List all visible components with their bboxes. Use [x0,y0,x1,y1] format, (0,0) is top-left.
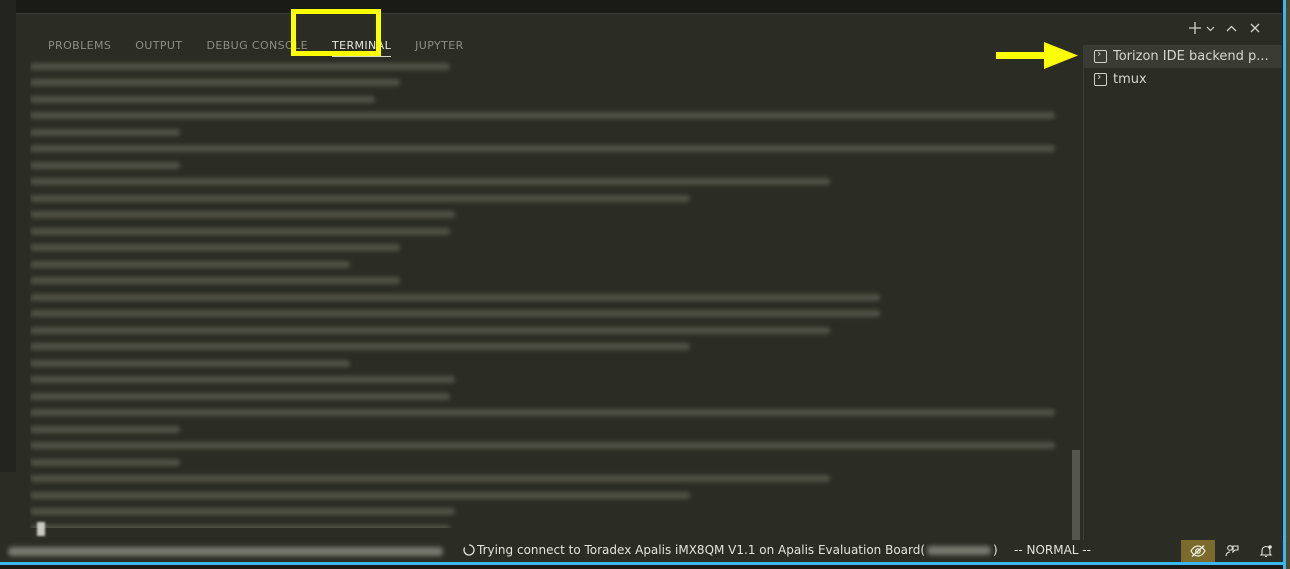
terminal-line [30,240,1070,257]
terminal-line [30,372,1070,389]
plus-icon[interactable] [1187,20,1203,36]
terminal-line [30,438,1070,455]
chevron-up-icon[interactable] [1223,20,1239,36]
terminal-line [30,388,1070,405]
terminal-cursor [37,522,45,536]
terminal-line [30,487,1070,504]
terminal-line [30,174,1070,191]
terminal-line [30,289,1070,306]
terminal-line [30,108,1070,125]
status-branch-info[interactable] [8,547,443,556]
status-connection[interactable]: Trying connect to Toradex Apalis iMX8QM … [463,543,998,557]
terminal-line [30,207,1070,224]
bell-icon[interactable] [1249,540,1283,562]
terminal-line [30,504,1070,521]
terminal-list: Torizon IDE backend p... tmux [1083,45,1282,540]
window-border-bottom [0,562,1286,565]
terminal-line [30,75,1070,92]
terminal-scrollbar[interactable] [1072,450,1080,540]
terminal-line [30,405,1070,422]
terminal-line [30,223,1070,240]
tab-jupyter[interactable]: JUPYTER [403,32,476,60]
terminal-line [30,58,1070,75]
tab-output[interactable]: OUTPUT [123,32,194,60]
status-connection-text-suffix: ) [993,543,998,557]
terminal-icon [1094,70,1107,86]
feedback-icon[interactable] [1215,540,1249,562]
terminal-line [30,157,1070,174]
terminal-line [30,355,1070,372]
background-edge [1286,0,1290,569]
terminal-line [30,454,1070,471]
panel-tabs: PROBLEMS OUTPUT DEBUG CONSOLE TERMINAL J… [36,32,476,60]
status-connection-text: Trying connect to Toradex Apalis iMX8QM … [477,543,926,557]
terminal-line [30,273,1070,290]
editor-gutter [0,0,16,472]
arrow-annotation-icon [996,42,1078,69]
panel-actions [1187,20,1263,36]
terminal-tab-highlight [291,9,381,56]
terminal-line [30,124,1070,141]
status-device-id [927,545,992,555]
terminal-line [30,322,1070,339]
vim-mode-indicator: -- NORMAL -- [1014,543,1091,557]
status-icons [1181,540,1283,562]
terminal-line [30,520,1070,528]
terminal-list-item-label: Torizon IDE backend p... [1113,49,1269,64]
terminal-line [30,339,1070,356]
spinner-icon [463,544,475,556]
terminal-list-item-label: tmux [1113,72,1147,87]
terminal-line [30,471,1070,488]
terminal-line [30,91,1070,108]
terminal-list-item[interactable]: Torizon IDE backend p... [1084,45,1282,68]
terminal-line [30,306,1070,323]
terminal-line [30,256,1070,273]
terminal-icon [1094,47,1107,63]
tab-problems[interactable]: PROBLEMS [36,32,123,60]
close-icon[interactable] [1247,20,1263,36]
terminal-line [30,141,1070,158]
editor-gutter-lower [0,472,16,540]
chevron-down-icon[interactable] [1205,20,1215,36]
terminal-line [30,421,1070,438]
window-border-right [1283,0,1286,569]
terminal-output[interactable] [30,58,1070,528]
terminal-line [30,190,1070,207]
terminal-list-item[interactable]: tmux [1084,68,1282,91]
eye-off-icon[interactable] [1181,540,1215,562]
